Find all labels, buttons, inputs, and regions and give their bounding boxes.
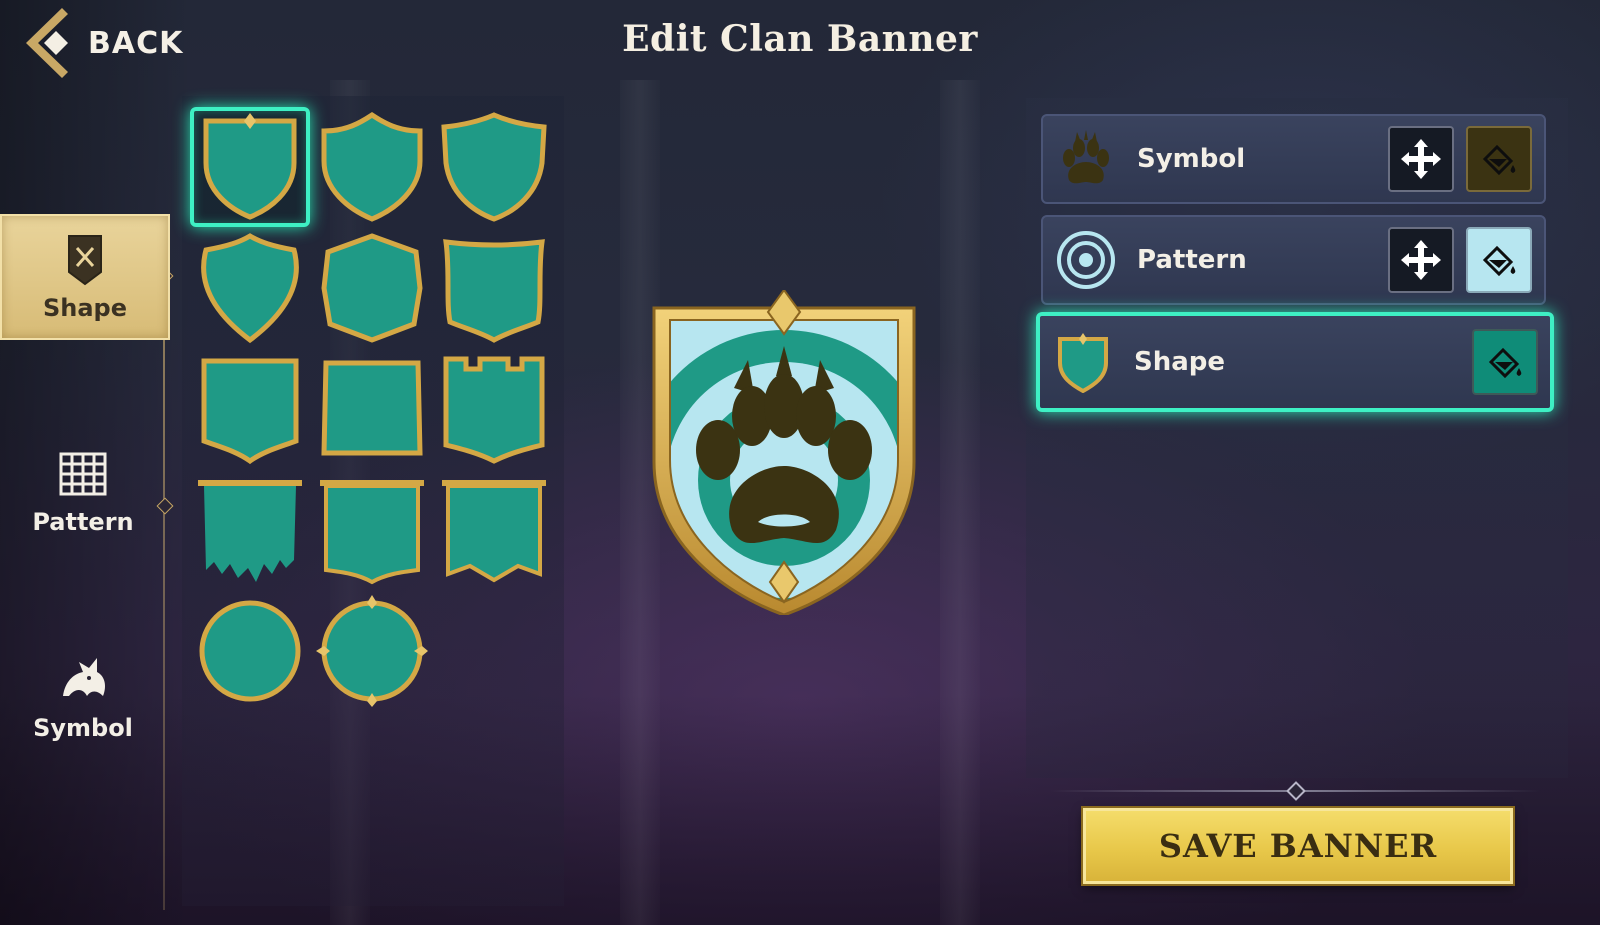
- heater-shield-icon: [203, 113, 297, 220]
- shape-option[interactable]: [434, 107, 554, 227]
- category-symbol-label: Symbol: [33, 714, 133, 742]
- layer-symbol-label: Symbol: [1137, 144, 1246, 174]
- background-pillar: [940, 80, 980, 925]
- layer-shape-label: Shape: [1134, 347, 1226, 377]
- square-flag-icon: [320, 480, 424, 585]
- category-pattern[interactable]: Pattern: [0, 430, 166, 552]
- shape-option[interactable]: [312, 107, 432, 227]
- divider-ornament: [1286, 781, 1306, 801]
- dragon-icon: [63, 658, 105, 696]
- save-banner-button[interactable]: SAVE BANNER: [1083, 808, 1513, 884]
- category-shape-label: Shape: [42, 294, 128, 322]
- page-title: Edit Clan Banner: [622, 18, 978, 60]
- shape-option[interactable]: [190, 591, 310, 711]
- heater-shield-2-icon: [201, 233, 299, 344]
- shield-icon: [1052, 331, 1114, 393]
- shape-option[interactable]: [434, 228, 554, 348]
- category-shape[interactable]: Shape: [0, 214, 170, 340]
- shape-option[interactable]: [190, 107, 310, 227]
- paint-bucket-icon: [1488, 347, 1522, 379]
- round-shield-ornate-icon: [316, 595, 428, 707]
- pointed-shield-icon: [321, 111, 423, 222]
- round-shield-icon: [199, 600, 301, 702]
- crenellated-banner-icon: [443, 356, 545, 464]
- move-button[interactable]: [1388, 126, 1454, 192]
- layer-pattern[interactable]: Pattern: [1041, 215, 1546, 305]
- square-banner-icon: [321, 360, 423, 456]
- shape-option[interactable]: [312, 470, 432, 590]
- shape-option[interactable]: [312, 349, 432, 469]
- swallowtail-flag-icon: [442, 480, 546, 583]
- octagon-shield-icon: [321, 233, 423, 343]
- shape-option[interactable]: [190, 470, 310, 590]
- shape-option[interactable]: [190, 349, 310, 469]
- category-symbol[interactable]: Symbol: [0, 636, 166, 758]
- paint-bucket-icon: [1482, 245, 1516, 277]
- paint-color-button[interactable]: [1466, 227, 1532, 293]
- paint-color-button[interactable]: [1472, 329, 1538, 395]
- shape-option[interactable]: [312, 591, 432, 711]
- shape-option[interactable]: [434, 470, 554, 590]
- square-shield-icon: [443, 239, 545, 343]
- save-banner-label: SAVE BANNER: [1158, 827, 1438, 865]
- shape-option[interactable]: [312, 228, 432, 348]
- move-arrows-icon: [1401, 139, 1441, 179]
- move-arrows-icon: [1401, 240, 1441, 280]
- pattern-grid-icon: [59, 452, 107, 496]
- paint-color-button[interactable]: [1466, 126, 1532, 192]
- paw-icon: [1055, 128, 1117, 190]
- move-button[interactable]: [1388, 227, 1454, 293]
- rounded-banner-icon: [201, 358, 299, 465]
- category-pattern-label: Pattern: [32, 508, 134, 536]
- layer-pattern-label: Pattern: [1137, 245, 1247, 275]
- pointed-shield-wide-icon: [441, 112, 547, 222]
- shield-swords-icon: [68, 235, 102, 286]
- layer-symbol[interactable]: Symbol: [1041, 114, 1546, 204]
- paint-bucket-icon: [1482, 144, 1516, 176]
- tattered-banner-icon: [198, 480, 302, 582]
- shape-option[interactable]: [190, 228, 310, 348]
- shape-option[interactable]: [434, 349, 554, 469]
- banner-preview: [648, 288, 920, 617]
- layer-shape[interactable]: Shape: [1036, 312, 1554, 412]
- target-rings-icon: [1055, 229, 1117, 291]
